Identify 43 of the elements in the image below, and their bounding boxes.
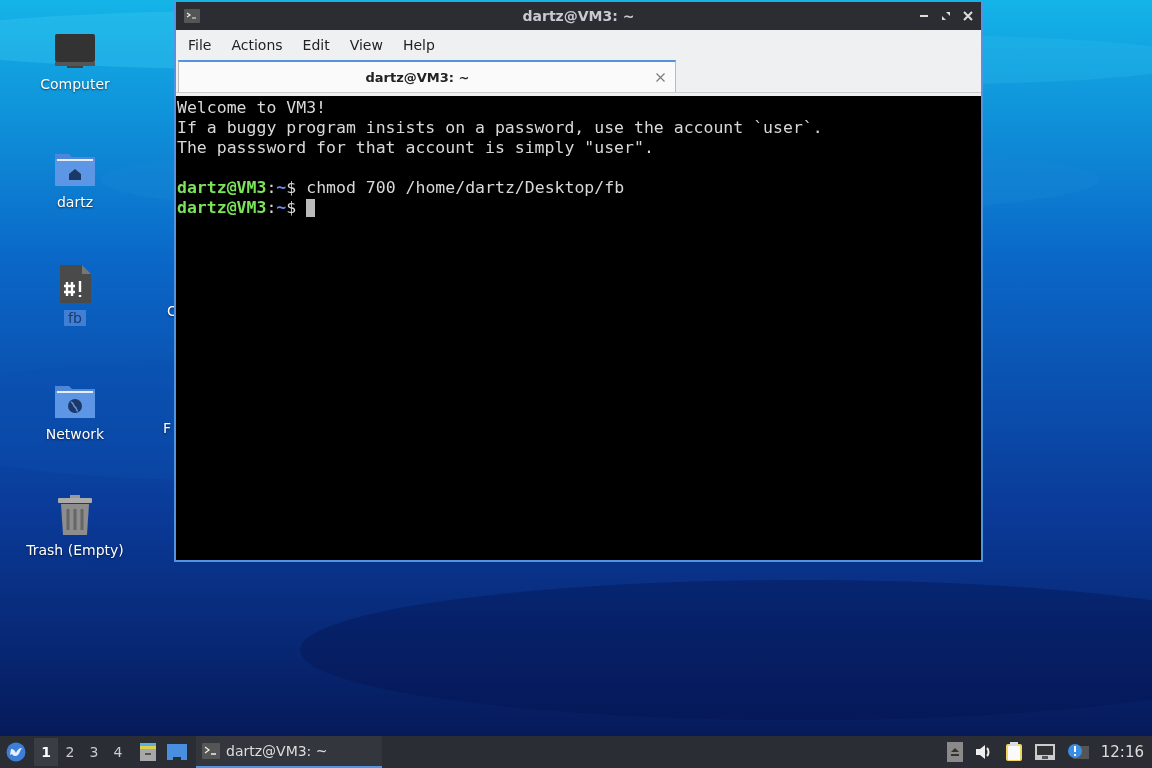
menu-item[interactable]: Actions (223, 37, 291, 53)
icon-label[interactable]: dartz (52, 194, 98, 210)
file-cabinet-icon[interactable] (138, 742, 158, 762)
workspace-button[interactable]: 3 (82, 738, 106, 766)
terminal-icon (184, 9, 200, 23)
terminal-line: Welcome to VM3! (177, 98, 326, 118)
menu-item[interactable]: File (180, 37, 220, 53)
notification-icon[interactable] (1066, 743, 1089, 761)
terminal-line: If a buggy program insists on a password, use the account `user`. (177, 118, 823, 138)
prompt-separator: : (266, 198, 277, 218)
window-title: dartz@VM3: ~ (522, 8, 635, 24)
prompt-user: dartz@VM3 (177, 178, 267, 198)
icon-label[interactable]: F (163, 420, 172, 436)
script-file-icon[interactable] (58, 264, 92, 304)
maximize-icon[interactable] (941, 11, 951, 21)
workspace-button[interactable]: 2 (58, 738, 82, 766)
prompt-path: ~ (276, 178, 287, 198)
bird-logo-icon[interactable] (6, 742, 26, 762)
desktop-icon[interactable] (166, 743, 188, 761)
prompt-user: dartz@VM3 (177, 198, 267, 218)
eject-icon[interactable] (946, 742, 963, 762)
clipboard-icon[interactable] (1004, 742, 1023, 762)
clock: 12:16 (1100, 743, 1144, 761)
prompt-symbol: $ (286, 178, 297, 198)
menu-item[interactable]: Help (394, 37, 443, 53)
terminal-tab[interactable]: dartz@VM3: ~ (178, 60, 676, 92)
terminal-line: The passsword for that account is simply "user". (177, 138, 654, 158)
taskbar-window-button[interactable]: dartz@VM3: ~ (196, 736, 382, 768)
trash-icon[interactable] (57, 494, 93, 536)
prompt-path: ~ (276, 198, 287, 218)
command-text: chmod 700 /home/dartz/Desktop/fb (306, 178, 625, 198)
workspace-button[interactable]: 4 (106, 738, 130, 766)
prompt-symbol: $ (286, 198, 297, 218)
workspace-button[interactable]: 1 (34, 738, 58, 766)
prompt-separator: : (266, 178, 277, 198)
icon-label[interactable]: Network (41, 426, 109, 442)
network-icon[interactable] (1034, 744, 1055, 760)
menu-item[interactable]: Edit (294, 37, 338, 53)
menu-item[interactable]: View (341, 37, 391, 53)
terminal-icon (202, 743, 220, 759)
monitor-icon[interactable] (54, 32, 96, 70)
icon-label[interactable]: Trash (Empty) (22, 542, 128, 558)
terminal-area[interactable]: Welcome to VM3! If a buggy program insists on a password, use the account `user`. The passsword for that account is simply "user". dartz@VM3:~$ chmod 700 /home/dartz/Desktop/fb dartz@VM3:~$ (176, 96, 981, 560)
